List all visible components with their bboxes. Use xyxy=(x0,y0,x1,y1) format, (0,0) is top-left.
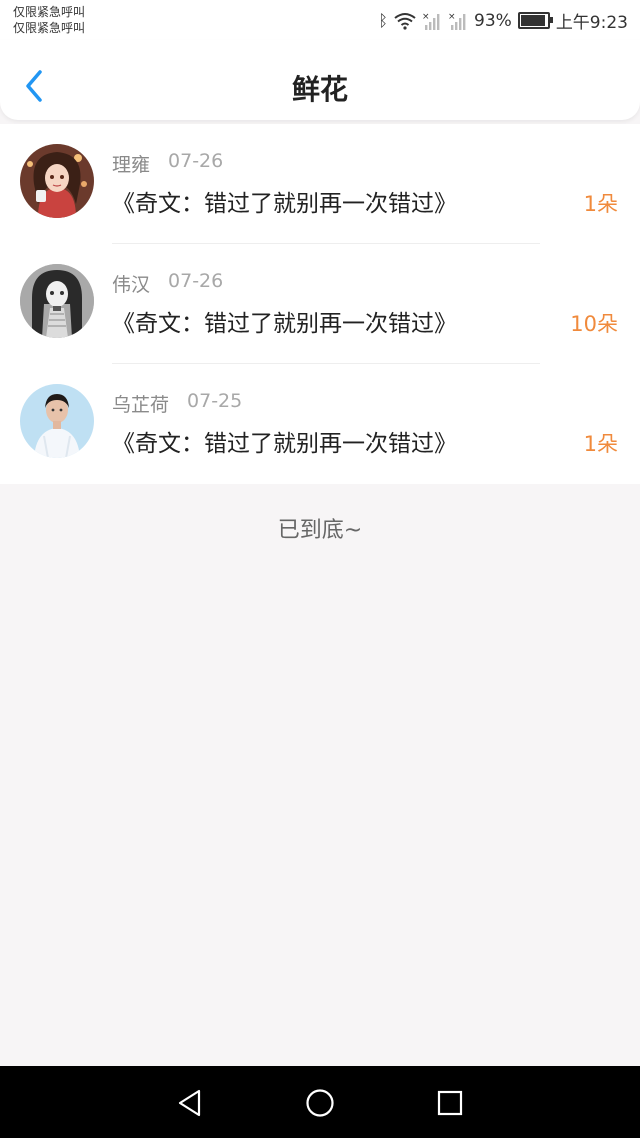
wifi-icon xyxy=(394,12,416,30)
battery-fill xyxy=(520,15,545,26)
status-bar: 仅限紧急呼叫 仅限紧急呼叫 ᛒ × × 93% 上午9:23 xyxy=(0,0,640,40)
sender-meta: 乌芷荷 07-25 xyxy=(112,390,242,417)
home-circle-icon xyxy=(306,1089,334,1117)
system-home-button[interactable] xyxy=(305,1088,335,1118)
battery-icon xyxy=(517,12,553,29)
recent-square-icon xyxy=(437,1090,463,1116)
end-of-list-text: 已到底~ xyxy=(277,518,363,543)
list-item[interactable]: 乌芷荷 07-25 《奇文：错过了就别再一次错过》 1朵 xyxy=(0,364,640,484)
avatar-anime-girl-icon xyxy=(20,144,94,218)
flower-count: 1朵 xyxy=(583,192,618,216)
avatar[interactable] xyxy=(20,264,94,338)
article-title[interactable]: 《奇文：错过了就别再一次错过》 xyxy=(112,304,457,338)
battery-percent: 93% xyxy=(474,10,512,31)
page-title: 鲜花 xyxy=(291,73,348,106)
carrier-line-2: 仅限紧急呼叫 xyxy=(13,21,86,35)
svg-text:×: × xyxy=(448,12,456,22)
sender-meta: 伟汉 07-26 xyxy=(112,270,223,297)
flower-count: 1朵 xyxy=(583,432,618,456)
sender-name: 理雍 xyxy=(112,154,151,176)
flower-count: 10朵 xyxy=(570,312,618,336)
article-title[interactable]: 《奇文：错过了就别再一次错过》 xyxy=(112,424,457,458)
svg-text:×: × xyxy=(422,12,430,22)
carrier-text: 仅限紧急呼叫 仅限紧急呼叫 xyxy=(13,4,85,36)
status-icons: ᛒ × × 93% 上午9:23 xyxy=(378,8,628,34)
flower-list: 理雍 07-26 《奇文：错过了就别再一次错过》 1朵 伟汉 07-26 《奇文… xyxy=(0,124,640,484)
system-navigation-bar xyxy=(0,1066,640,1138)
clock: 上午9:23 xyxy=(555,13,628,33)
list-item[interactable]: 伟汉 07-26 《奇文：错过了就别再一次错过》 10朵 xyxy=(0,244,640,364)
carrier-line-1: 仅限紧急呼叫 xyxy=(13,5,86,19)
system-recent-button[interactable] xyxy=(435,1088,465,1118)
signal-icon-sim2: × xyxy=(448,12,466,30)
avatar-photo-woman-icon xyxy=(20,384,94,458)
back-triangle-icon xyxy=(178,1089,201,1117)
system-back-button[interactable] xyxy=(175,1088,205,1118)
sender-name: 乌芷荷 xyxy=(112,394,170,416)
sent-date: 07-26 xyxy=(168,270,224,292)
signal-icon-sim1: × xyxy=(422,12,440,30)
article-title[interactable]: 《奇文：错过了就别再一次错过》 xyxy=(112,184,457,218)
avatar[interactable] xyxy=(20,384,94,458)
bluetooth-icon: ᛒ xyxy=(378,11,389,30)
avatar[interactable] xyxy=(20,144,94,218)
sender-name: 伟汉 xyxy=(112,274,151,296)
list-item[interactable]: 理雍 07-26 《奇文：错过了就别再一次错过》 1朵 xyxy=(0,124,640,244)
sender-meta: 理雍 07-26 xyxy=(112,150,223,177)
header: 鲜花 xyxy=(0,40,640,120)
sent-date: 07-25 xyxy=(187,390,243,412)
sent-date: 07-26 xyxy=(168,150,224,172)
avatar-monochrome-anime-icon xyxy=(20,264,94,338)
